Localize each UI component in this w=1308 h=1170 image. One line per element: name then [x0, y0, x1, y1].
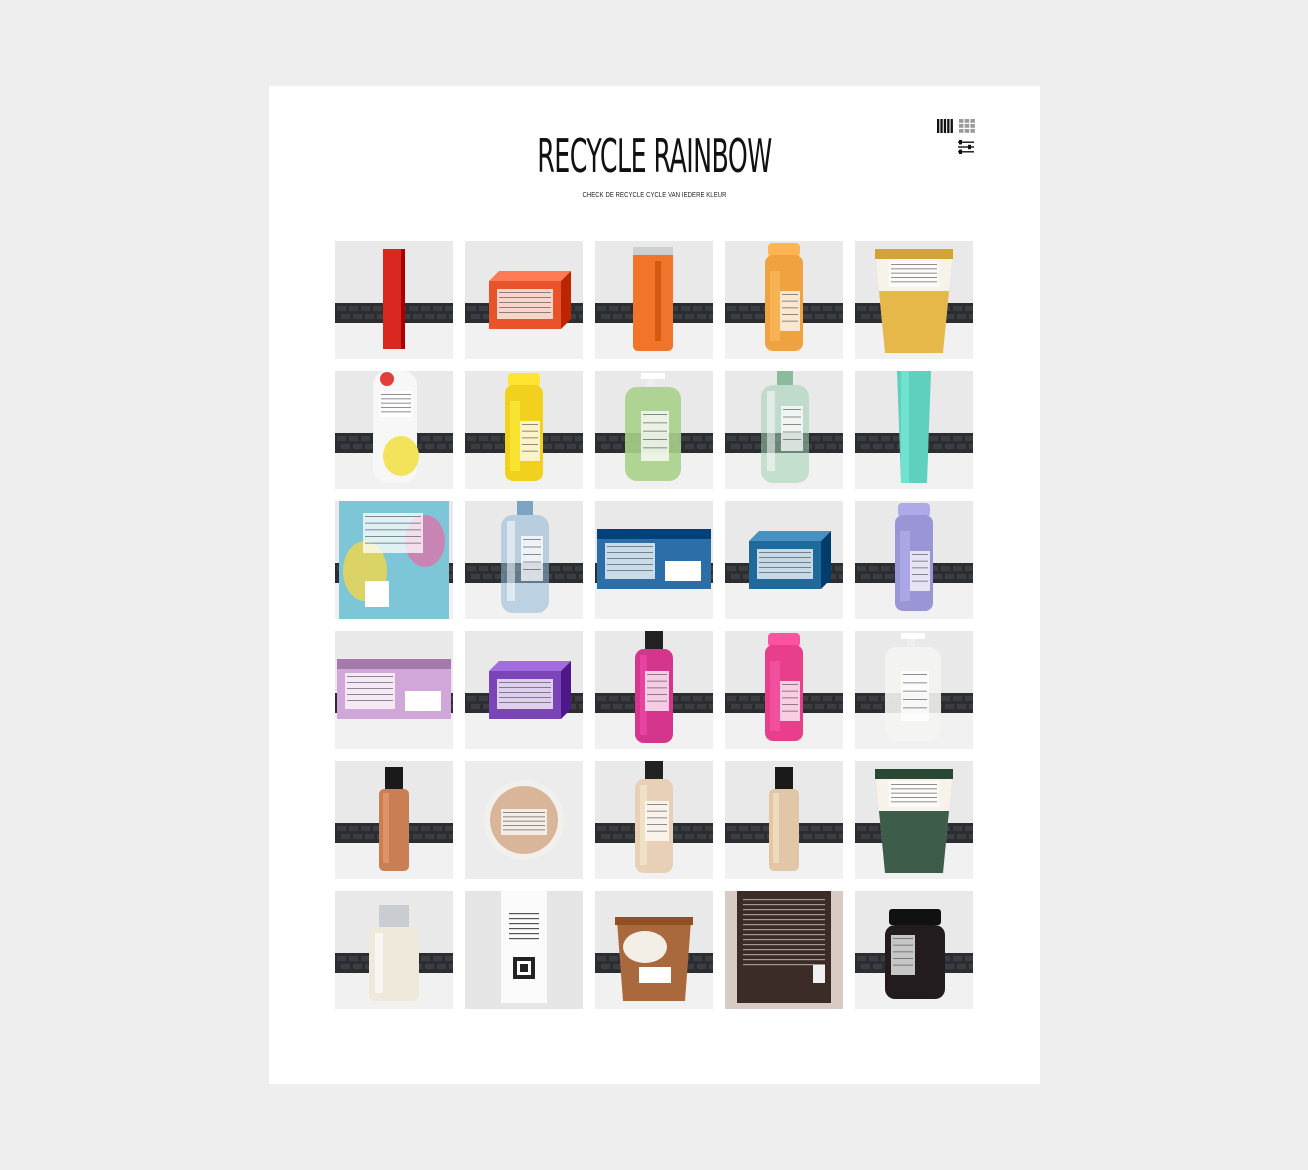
gallery-item-green-clear-bottle[interactable]: [725, 371, 843, 489]
product-photo: [725, 371, 843, 489]
gallery-item-yellow-white-bottle[interactable]: [335, 371, 453, 489]
product-photo: [335, 241, 453, 359]
gallery-item-yellow-cup[interactable]: [855, 241, 973, 359]
gallery-item-purple-box[interactable]: [465, 631, 583, 749]
gallery-item-green-soap[interactable]: [595, 371, 713, 489]
product-photo: [335, 371, 453, 489]
gallery-item-orange-can[interactable]: [595, 241, 713, 359]
gallery-item-red-box[interactable]: [335, 241, 453, 359]
gallery-item-pastel-pack[interactable]: [335, 631, 453, 749]
gallery-item-nude-foundation-2[interactable]: [725, 761, 843, 879]
product-photo: [725, 891, 843, 1009]
grid-view-icon[interactable]: [959, 119, 975, 133]
product-photo: [595, 241, 713, 359]
product-photo: [595, 891, 713, 1009]
gallery-item-orange-box[interactable]: [465, 241, 583, 359]
gallery-card: RECYCLE RAINBOW CHECK DE RECYCLE CYCLE V…: [269, 86, 1040, 1084]
gallery-item-white-pump[interactable]: [855, 631, 973, 749]
product-photo: [465, 241, 583, 359]
product-photo: [595, 761, 713, 879]
filter-sliders-icon[interactable]: [958, 140, 974, 154]
gallery-item-lavender-spray[interactable]: [855, 501, 973, 619]
product-photo: [855, 631, 973, 749]
product-photo: [465, 631, 583, 749]
product-photo: [855, 371, 973, 489]
columns-view-icon[interactable]: [937, 119, 953, 133]
gallery-item-blue-box[interactable]: [725, 501, 843, 619]
gallery-item-beige-compact[interactable]: [465, 761, 583, 879]
gallery-item-nude-foundation[interactable]: [595, 761, 713, 879]
gallery-item-green-tub[interactable]: [855, 761, 973, 879]
gallery-item-yellow-spray[interactable]: [465, 371, 583, 489]
product-photo: [465, 761, 583, 879]
product-gallery: [335, 241, 975, 1011]
product-photo: [855, 891, 973, 1009]
product-photo: [725, 631, 843, 749]
product-photo: [855, 501, 973, 619]
product-photo: [465, 371, 583, 489]
gallery-item-white-tag[interactable]: [465, 891, 583, 1009]
product-photo: [335, 891, 453, 1009]
gallery-item-blue-pack[interactable]: [595, 501, 713, 619]
gallery-item-amber-bottle[interactable]: [335, 761, 453, 879]
product-photo: [725, 761, 843, 879]
product-photo: [595, 371, 713, 489]
page-subtitle: CHECK DE RECYCLE CYCLE VAN IEDERE KLEUR: [582, 192, 727, 199]
product-photo: [595, 501, 713, 619]
page-title: RECYCLE RAINBOW: [537, 129, 772, 183]
gallery-item-cream-bottle[interactable]: [335, 891, 453, 1009]
product-photo: [335, 501, 453, 619]
product-photo: [725, 241, 843, 359]
gallery-item-pink-spray[interactable]: [725, 631, 843, 749]
product-photo: [465, 891, 583, 1009]
product-photo: [595, 631, 713, 749]
gallery-item-black-jar[interactable]: [855, 891, 973, 1009]
gallery-item-blue-carton[interactable]: [335, 501, 453, 619]
gallery-item-magenta-bottle[interactable]: [595, 631, 713, 749]
product-photo: [465, 501, 583, 619]
gallery-item-blue-water-bottle[interactable]: [465, 501, 583, 619]
gallery-item-brown-tub[interactable]: [595, 891, 713, 1009]
gallery-item-orange-spray[interactable]: [725, 241, 843, 359]
product-photo: [855, 761, 973, 879]
gallery-item-dark-brown-box[interactable]: [725, 891, 843, 1009]
product-photo: [725, 501, 843, 619]
product-photo: [855, 241, 973, 359]
product-photo: [335, 631, 453, 749]
gallery-item-teal-tube[interactable]: [855, 371, 973, 489]
product-photo: [335, 761, 453, 879]
